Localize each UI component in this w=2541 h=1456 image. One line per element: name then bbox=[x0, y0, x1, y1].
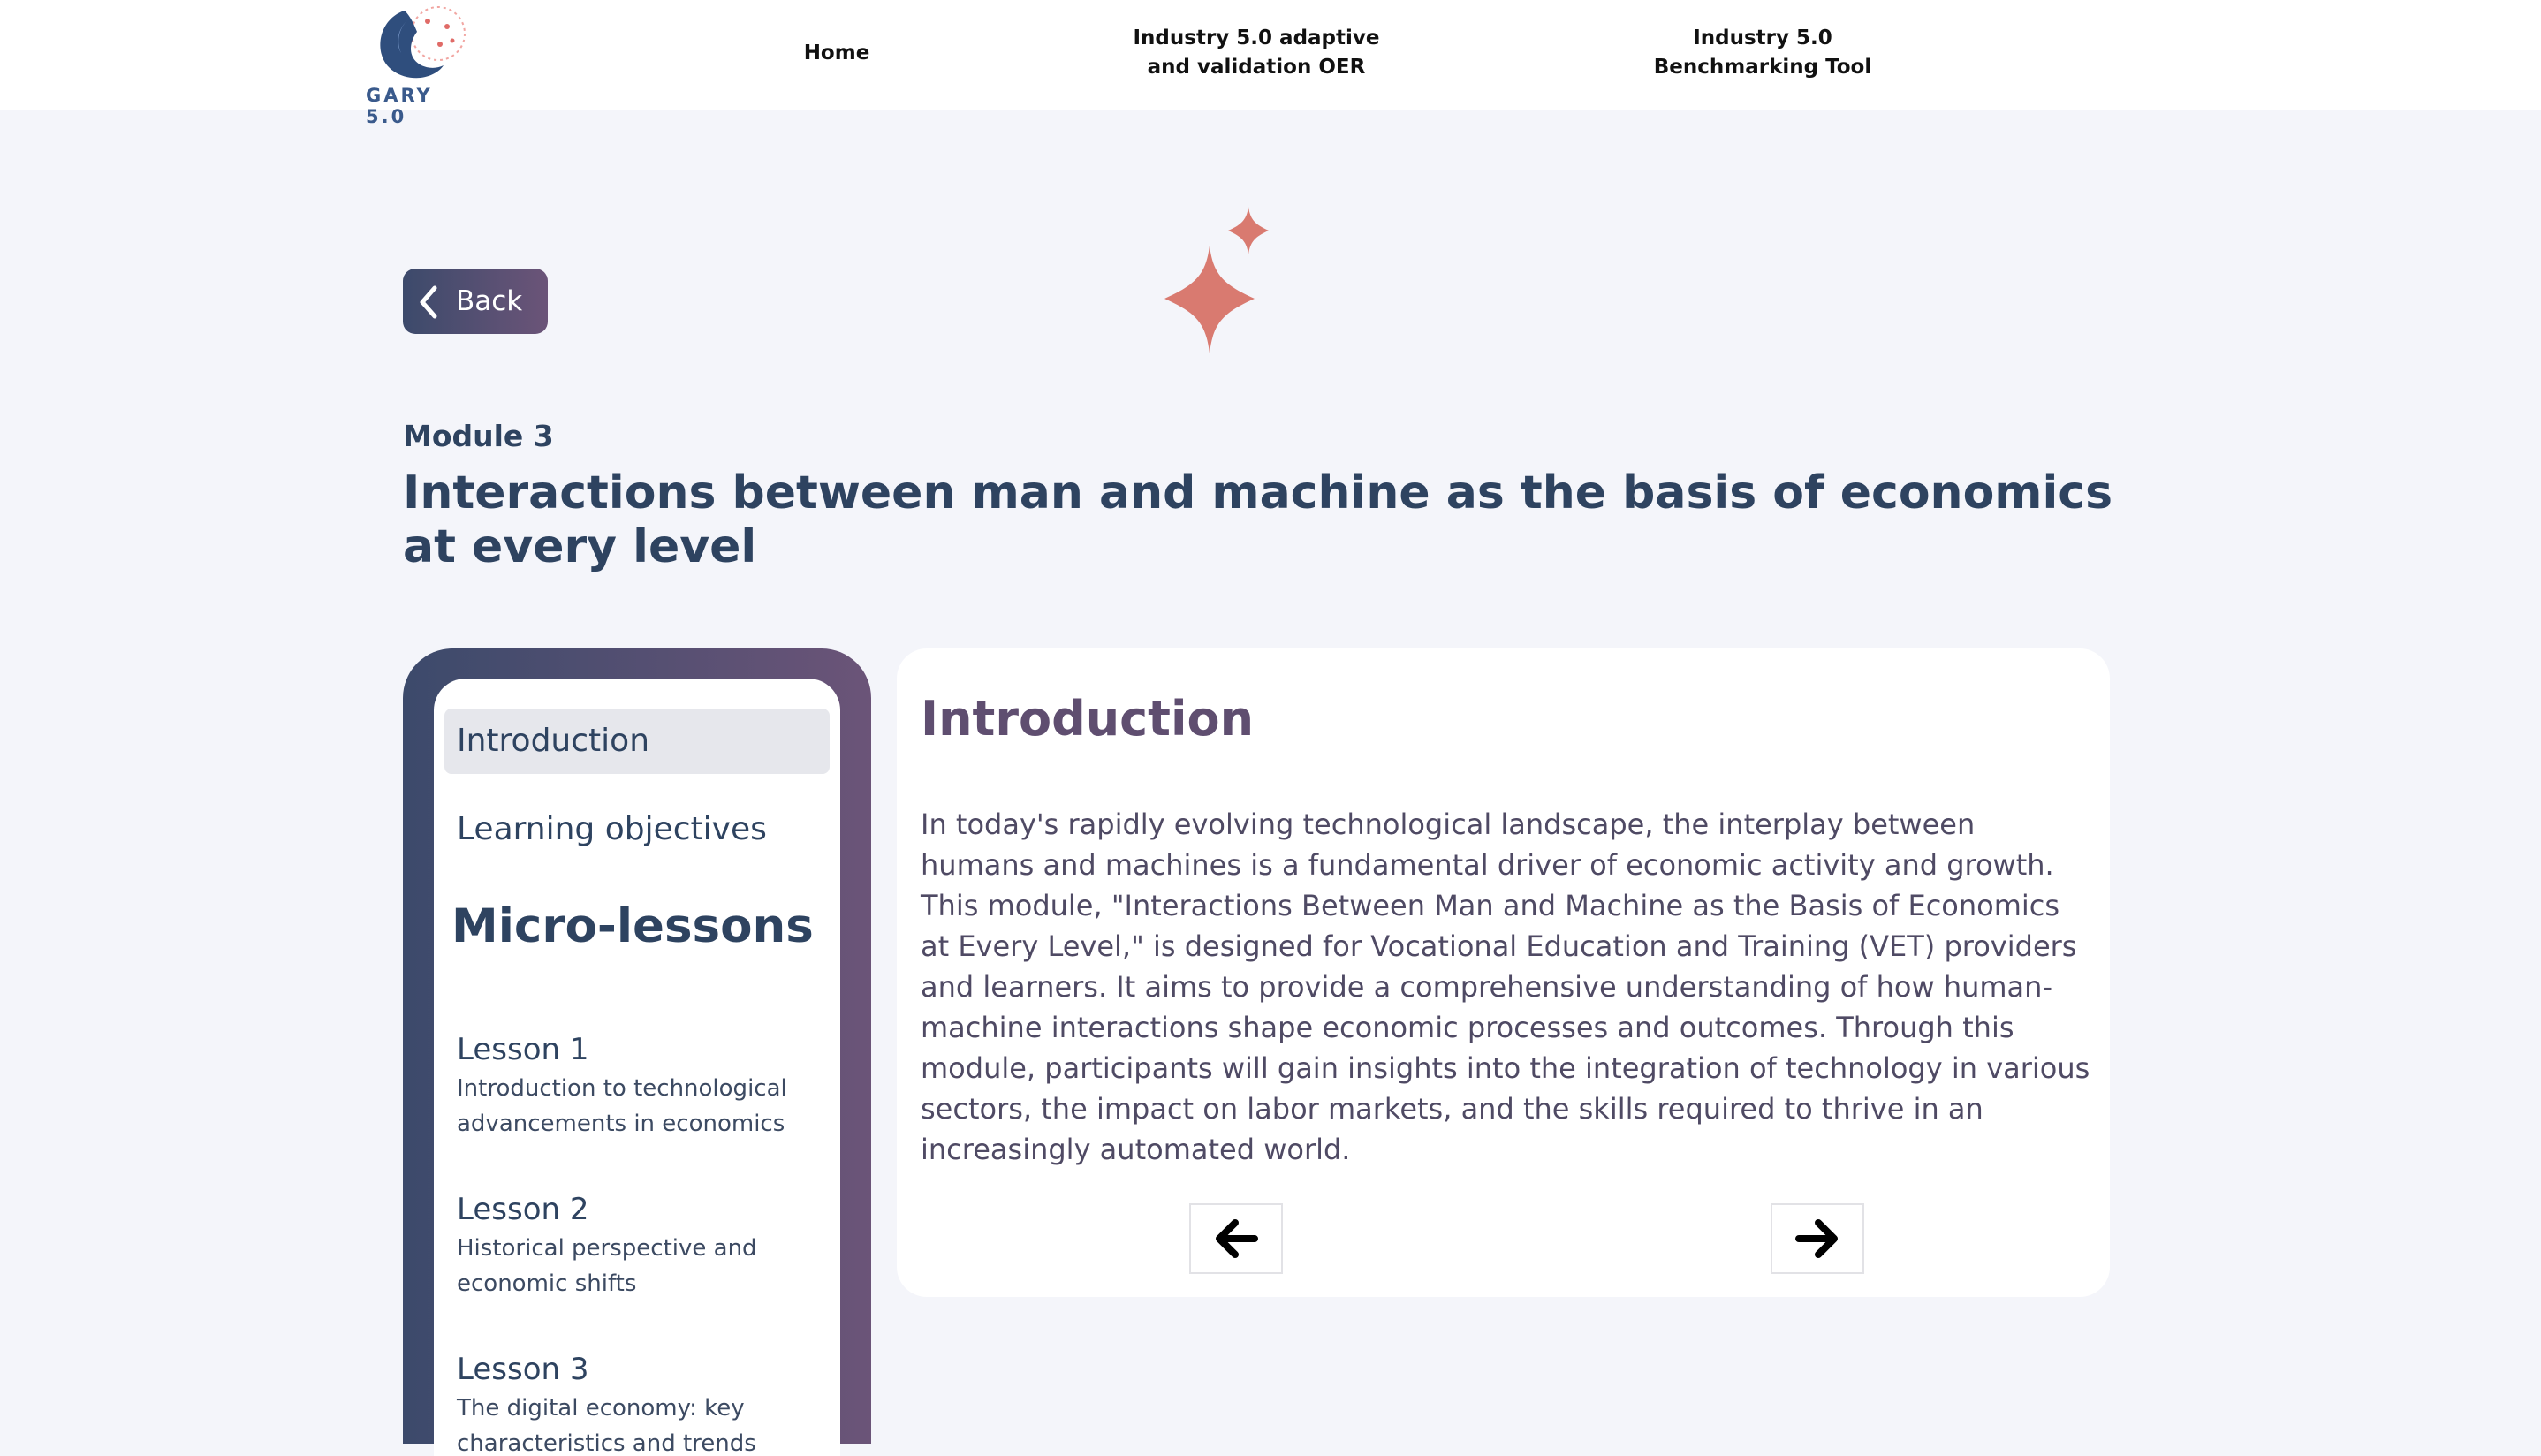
arrow-left-icon bbox=[1216, 1219, 1258, 1258]
chevron-left-icon bbox=[420, 285, 437, 319]
micro-lessons-heading: Micro-lessons bbox=[451, 899, 814, 953]
next-button[interactable] bbox=[1771, 1203, 1864, 1274]
nav-benchmarking-tool[interactable]: Industry 5.0 Benchmarking Tool bbox=[1635, 24, 1891, 82]
top-navigation: GARY 5.0 Home Industry 5.0 adaptive and … bbox=[0, 0, 2541, 127]
arrow-right-icon bbox=[1795, 1219, 1838, 1258]
lesson-title: Lesson 3 bbox=[457, 1352, 589, 1387]
sidebar-item-lesson-2[interactable]: Lesson 2 Historical perspective and econ… bbox=[457, 1190, 828, 1301]
content-body: In today's rapidly evolving technologica… bbox=[921, 808, 2090, 1166]
lesson-description: Historical perspective and economic shif… bbox=[457, 1235, 757, 1297]
logo-icon bbox=[380, 6, 466, 79]
lesson-description: The digital economy: key characteristics… bbox=[457, 1395, 756, 1456]
module-label: Module 3 bbox=[403, 419, 554, 453]
lesson-title: Lesson 2 bbox=[457, 1192, 589, 1227]
sparkle-icon bbox=[1164, 207, 1269, 353]
back-label: Back bbox=[456, 285, 523, 317]
lesson-description: Introduction to technological advancemen… bbox=[457, 1075, 787, 1137]
sidebar: Introduction Learning objectives Micro-l… bbox=[403, 648, 871, 1456]
content-card: Introduction In today's rapidly evolving… bbox=[897, 648, 2110, 1297]
sidebar-item-learning-objectives[interactable]: Learning objectives bbox=[457, 811, 767, 847]
back-button[interactable]: Back bbox=[403, 269, 548, 334]
nav-oer[interactable]: Industry 5.0 adaptive and validation OER bbox=[1122, 24, 1391, 82]
sidebar-item-introduction[interactable]: Introduction bbox=[444, 709, 830, 774]
page-title: Interactions between man and machine as … bbox=[403, 466, 2113, 573]
sidebar-item-lesson-1[interactable]: Lesson 1 Introduction to technological a… bbox=[457, 1030, 828, 1141]
sidebar-menu: Introduction Learning objectives Micro-l… bbox=[434, 679, 840, 1456]
lesson-title: Lesson 1 bbox=[457, 1032, 589, 1067]
sidebar-item-lesson-3[interactable]: Lesson 3 The digital economy: key charac… bbox=[457, 1350, 828, 1456]
content-title: Introduction bbox=[921, 691, 1255, 747]
previous-button[interactable] bbox=[1189, 1203, 1283, 1274]
logo-text: GARY 5.0 bbox=[366, 85, 433, 127]
nav-home[interactable]: Home bbox=[793, 39, 881, 68]
logo[interactable]: GARY 5.0 bbox=[362, 0, 477, 127]
